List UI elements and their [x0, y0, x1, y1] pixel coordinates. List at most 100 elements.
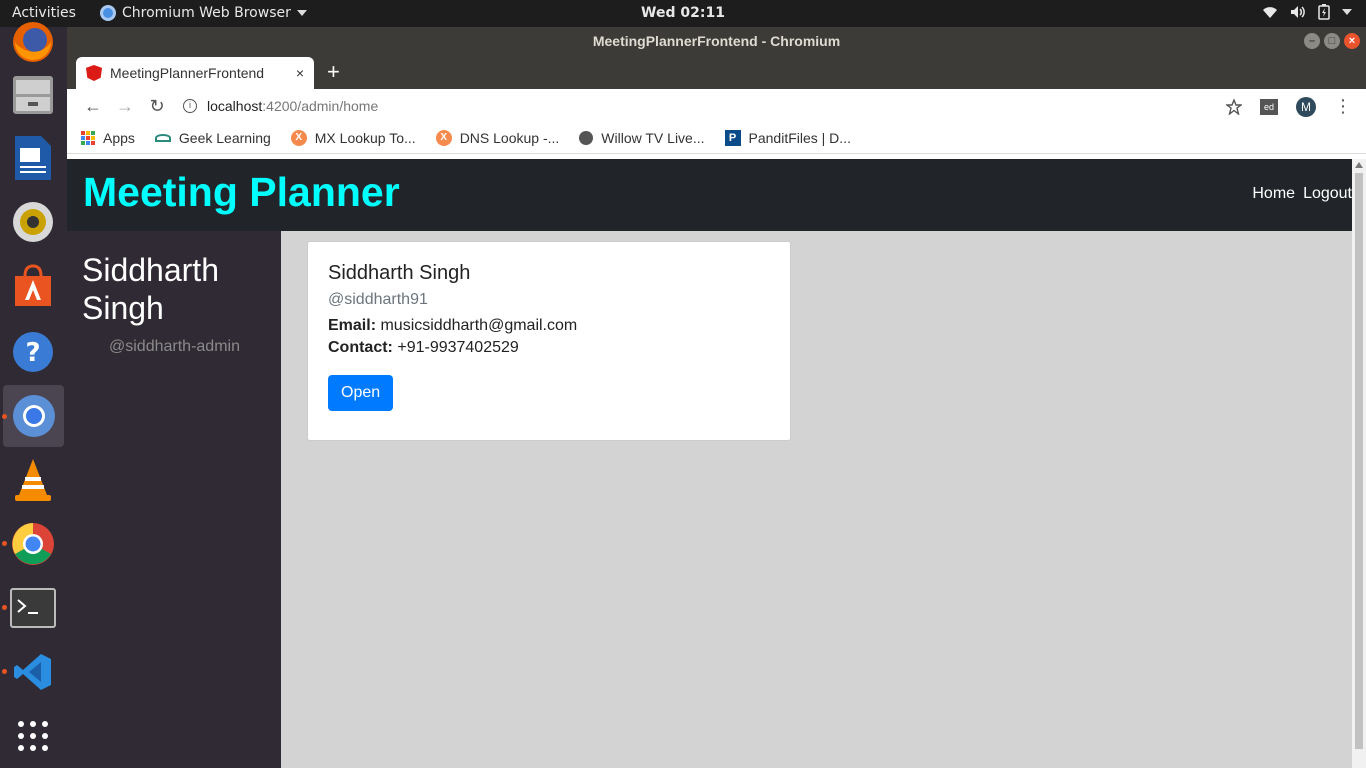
dock-terminal[interactable]	[8, 583, 58, 633]
open-button[interactable]: Open	[328, 375, 394, 411]
dock-files[interactable]	[8, 69, 58, 119]
dns-lookup-icon: X	[435, 130, 452, 146]
bookmark-apps[interactable]: Apps	[81, 130, 135, 146]
chrome-icon	[12, 523, 54, 565]
bookmark-label: MX Lookup To...	[314, 130, 416, 146]
bookmark-label: Geek Learning	[178, 130, 271, 146]
wifi-icon	[1263, 7, 1277, 18]
user-card-username: @siddharth91	[328, 291, 428, 308]
star-icon[interactable]	[1226, 98, 1242, 115]
dock-chrome[interactable]	[8, 519, 58, 569]
reload-button[interactable]: ↻	[141, 96, 173, 117]
document-writer-icon	[15, 136, 51, 180]
bookmark-label: DNS Lookup -...	[459, 130, 560, 146]
file-cabinet-icon	[13, 76, 53, 114]
bookmarks-bar: Apps Geek Learning X MX Lookup To... X D…	[67, 123, 1366, 154]
shopping-bag-icon	[15, 264, 51, 306]
back-button[interactable]: ←	[77, 96, 109, 117]
sidebar: Siddharth Singh @siddharth-admin	[67, 231, 281, 768]
bookmark-panditfiles[interactable]: P PanditFiles | D...	[724, 130, 851, 146]
profile-avatar[interactable]: M	[1296, 96, 1316, 117]
user-card-email: Email: musicsiddharth@gmail.com	[328, 317, 770, 335]
menu-kebab-icon[interactable]: ⋮	[1334, 96, 1352, 117]
dock-firefox[interactable]	[8, 17, 58, 67]
email-label: Email:	[328, 317, 377, 334]
volume-icon	[1291, 6, 1305, 18]
user-card-contact: Contact: +91-9937402529	[328, 339, 770, 357]
dock-vlc[interactable]	[8, 455, 58, 505]
geek-learning-icon	[154, 134, 171, 142]
vscode-icon	[14, 654, 51, 690]
svg-text:?: ?	[25, 338, 40, 368]
nav-links: Home Logout	[1252, 185, 1352, 203]
maximize-button[interactable]: □	[1324, 33, 1340, 49]
address-bar[interactable]: i localhost:4200/admin/home	[183, 98, 378, 114]
sidebar-user-handle: @siddharth-admin	[109, 338, 240, 355]
battery-icon	[1318, 4, 1330, 20]
speaker-icon	[13, 202, 53, 242]
contact-value: +91-9937402529	[397, 339, 519, 356]
bookmark-willow-tv[interactable]: Willow TV Live...	[579, 130, 705, 146]
new-tab-button[interactable]: +	[327, 59, 340, 85]
bookmark-dns-lookup[interactable]: X DNS Lookup -...	[435, 130, 560, 146]
dock: ?	[0, 22, 67, 768]
dock-writer[interactable]	[8, 133, 58, 183]
page-viewport: Meeting Planner Home Logout Siddharth Si…	[67, 159, 1352, 768]
scrollbar-thumb[interactable]	[1355, 173, 1363, 749]
toolbar: ← → ↻ i localhost:4200/admin/home ed M ⋮	[67, 89, 1366, 123]
angular-icon	[86, 65, 102, 81]
close-window-button[interactable]: ×	[1344, 33, 1360, 49]
globe-icon	[579, 131, 594, 145]
scroll-up-arrow-icon[interactable]	[1355, 162, 1363, 168]
extension-icon[interactable]: ed	[1260, 98, 1278, 115]
bookmark-mx-lookup[interactable]: X MX Lookup To...	[290, 130, 416, 146]
apps-grid-icon	[18, 721, 48, 751]
tab-close-icon[interactable]: ×	[296, 65, 304, 81]
nav-home-link[interactable]: Home	[1252, 185, 1295, 203]
dock-show-apps[interactable]	[8, 711, 58, 761]
email-value: musicsiddharth@gmail.com	[380, 317, 578, 334]
dock-software[interactable]	[8, 261, 58, 311]
user-card-name: Siddharth Singh	[328, 262, 471, 284]
contact-label: Contact:	[328, 339, 393, 356]
app-navbar: Meeting Planner Home Logout	[67, 159, 1352, 231]
forward-button[interactable]: →	[109, 96, 141, 117]
window-title: MeetingPlannerFrontend - Chromium	[592, 33, 841, 49]
browser-window: MeetingPlannerFrontend - Chromium – □ × …	[67, 27, 1366, 768]
panditfiles-icon: P	[724, 130, 741, 146]
info-icon[interactable]: i	[183, 99, 197, 113]
dock-chromium[interactable]	[3, 385, 64, 447]
url-path: :4200/admin/home	[262, 98, 379, 114]
tab-meetingplanner[interactable]: MeetingPlannerFrontend ×	[76, 57, 314, 89]
tab-strip: MeetingPlannerFrontend × +	[67, 55, 1366, 89]
running-indicator	[2, 605, 7, 610]
tab-label: MeetingPlannerFrontend	[110, 65, 265, 81]
system-menu-chevron-icon	[1342, 9, 1352, 15]
terminal-icon	[10, 588, 56, 628]
running-indicator	[2, 541, 7, 546]
nav-logout-link[interactable]: Logout	[1303, 185, 1352, 203]
bookmark-geek-learning[interactable]: Geek Learning	[154, 130, 271, 146]
vlc-cone-icon	[15, 459, 51, 501]
firefox-icon	[13, 22, 53, 62]
apps-grid-icon	[81, 131, 95, 145]
dock-help[interactable]: ?	[8, 327, 58, 377]
bookmark-label: PanditFiles | D...	[748, 130, 851, 146]
sidebar-user-name: Siddharth Singh	[82, 252, 219, 326]
minimize-button[interactable]: –	[1304, 33, 1320, 49]
brand-title[interactable]: Meeting Planner	[83, 169, 400, 216]
mx-lookup-icon: X	[290, 130, 307, 146]
window-titlebar[interactable]: MeetingPlannerFrontend - Chromium – □ ×	[67, 27, 1366, 55]
running-indicator	[2, 414, 7, 419]
dock-vscode[interactable]	[8, 647, 58, 697]
user-card: Siddharth Singh @siddharth91 Email: musi…	[307, 241, 791, 441]
url-host: localhost	[207, 98, 263, 114]
system-tray[interactable]	[1262, 4, 1352, 20]
help-icon: ?	[13, 332, 53, 372]
bookmark-label: Willow TV Live...	[601, 130, 705, 146]
dock-rhythmbox[interactable]	[8, 197, 58, 247]
running-indicator	[2, 669, 7, 674]
vertical-scrollbar[interactable]	[1352, 159, 1366, 768]
bookmark-label: Apps	[103, 130, 135, 146]
clock[interactable]: Wed 02:11	[0, 5, 1366, 21]
